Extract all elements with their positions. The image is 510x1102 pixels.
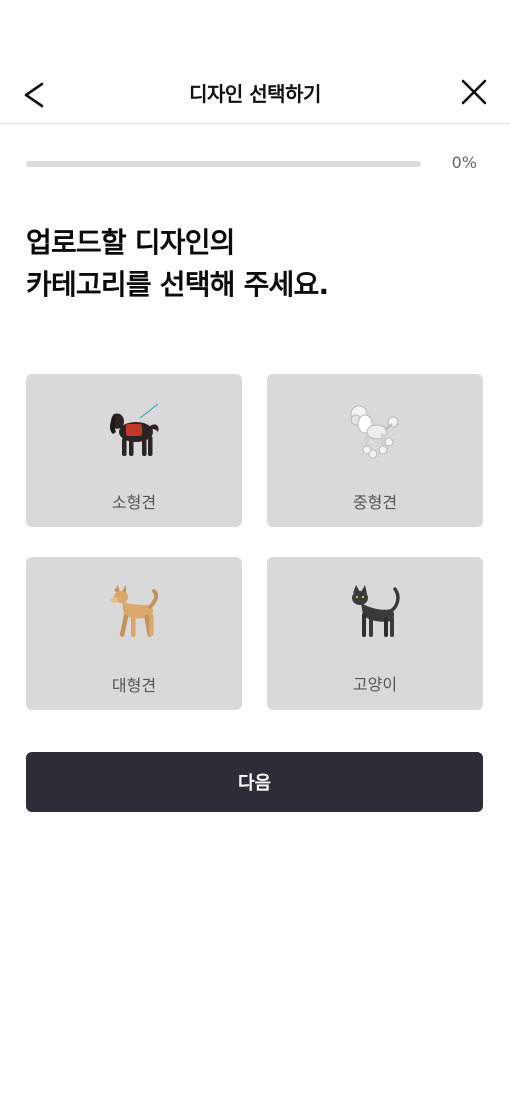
next-button[interactable]: 다음 [26, 752, 483, 812]
category-label-medium-dog: 중형견 [352, 493, 398, 512]
small-dog-icon [110, 403, 159, 456]
category-card-large-dog[interactable]: 대형견 [26, 557, 242, 710]
design-select-screen: 디자인 선택하기 0% 업로드할 디자인의 카테고리를 선택해 주세요. 소형견… [0, 0, 510, 1102]
question-heading: 업로드할 디자인의 카테고리를 선택해 주세요. [26, 222, 329, 306]
category-card-medium-dog[interactable]: 중형견 [267, 374, 483, 527]
question-line-2: 카테고리를 선택해 주세요. [26, 268, 329, 301]
page-title: 디자인 선택하기 [189, 82, 321, 106]
top-bar: 디자인 선택하기 [0, 62, 510, 124]
close-icon [461, 79, 487, 105]
category-label-small-dog: 소형견 [111, 493, 157, 512]
close-button[interactable] [458, 76, 490, 108]
question-line-1: 업로드할 디자인의 [26, 226, 235, 259]
category-label-large-dog: 대형견 [111, 676, 157, 695]
cat-icon [352, 585, 400, 637]
progress-percent: 0% [451, 153, 477, 172]
large-dog-icon [110, 585, 159, 637]
category-card-cat[interactable]: 고양이 [267, 557, 483, 710]
category-card-small-dog[interactable]: 소형견 [26, 374, 242, 527]
progress-bar [26, 161, 421, 167]
category-label-cat: 고양이 [352, 675, 398, 694]
poodle-icon [350, 405, 399, 459]
